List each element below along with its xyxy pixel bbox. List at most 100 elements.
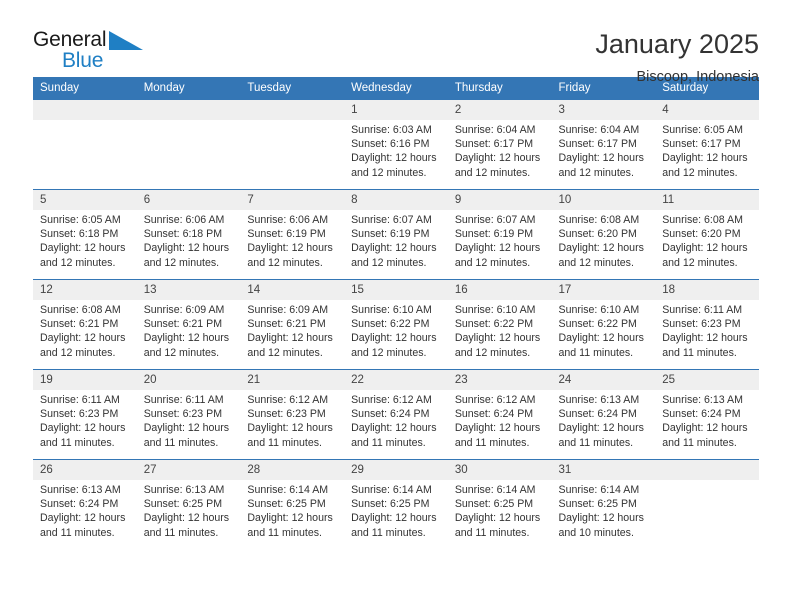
daylight-text-line1: Daylight: 12 hours <box>143 332 230 345</box>
day-cell-inner: 27 Sunrise: 6:13 AM Sunset: 6:25 PM Dayligh… <box>136 460 241 550</box>
daylight-text-line1: Daylight: 12 hours <box>247 422 333 435</box>
sunrise-text: Sunrise: 6:10 AM <box>454 304 536 316</box>
day-cell-inner: 28 Sunrise: 6:14 AM Sunset: 6:25 PM Dayligh… <box>240 460 345 550</box>
daylight-text-line2: and 10 minutes. <box>558 526 634 539</box>
day-cell-inner: 17 Sunrise: 6:10 AM Sunset: 6:22 PM Dayligh… <box>551 280 656 369</box>
calendar-day-cell[interactable]: 3 Sunrise: 6:04 AM Sunset: 6:17 PM Daylight… <box>551 99 656 190</box>
daylight-text-line2: and 11 minutes. <box>143 526 219 539</box>
sunrise-text: Sunrise: 6:13 AM <box>143 484 225 496</box>
calendar-day-cell[interactable]: 19 Sunrise: 6:11 AM Sunset: 6:23 PM Dayligh… <box>33 369 137 460</box>
sunrise-text: Sunrise: 6:05 AM <box>662 124 743 136</box>
day-number: 1 <box>344 100 448 120</box>
day-sun-info: Sunrise: 6:06 AM Sunset: 6:19 PM Daylight:… <box>240 210 344 270</box>
calendar-day-cell[interactable]: 26 Sunrise: 6:13 AM Sunset: 6:24 PM Dayligh… <box>33 459 137 550</box>
day-sun-info: Sunrise: 6:08 AM Sunset: 6:20 PM Daylight:… <box>655 210 759 270</box>
day-number: 16 <box>447 280 552 300</box>
day-cell-inner <box>33 100 137 189</box>
weekday-header-monday: Monday <box>136 77 241 100</box>
calendar-page: General Blue January 2025 Biscoop, Indon… <box>0 0 792 612</box>
calendar-day-cell[interactable]: 18 Sunrise: 6:11 AM Sunset: 6:23 PM Dayligh… <box>655 279 759 370</box>
day-number: 29 <box>344 460 448 480</box>
day-sun-info: Sunrise: 6:11 AM Sunset: 6:23 PM Daylight:… <box>33 390 137 450</box>
calendar-day-cell[interactable]: 16 Sunrise: 6:10 AM Sunset: 6:22 PM Dayligh… <box>447 279 552 370</box>
daylight-text-line2: and 12 minutes. <box>558 166 634 179</box>
calendar-day-cell[interactable]: 13 Sunrise: 6:09 AM Sunset: 6:21 PM Dayligh… <box>136 279 241 370</box>
daylight-text-line2: and 12 minutes. <box>454 346 531 359</box>
general-blue-logo[interactable]: General Blue <box>33 28 158 76</box>
calendar-day-cell-empty <box>240 99 345 190</box>
weekday-header-tuesday: Tuesday <box>240 77 345 100</box>
daylight-text-line1: Daylight: 12 hours <box>662 332 748 345</box>
day-number: 28 <box>240 460 345 480</box>
calendar-day-cell[interactable]: 25 Sunrise: 6:13 AM Sunset: 6:24 PM Dayligh… <box>655 369 759 460</box>
day-cell-inner: 12 Sunrise: 6:08 AM Sunset: 6:21 PM Dayligh… <box>33 280 137 369</box>
daylight-text-line2: and 12 minutes. <box>247 346 323 359</box>
calendar-day-cell[interactable]: 9 Sunrise: 6:07 AM Sunset: 6:19 PM Daylight… <box>447 189 552 280</box>
calendar-day-cell[interactable]: 23 Sunrise: 6:12 AM Sunset: 6:24 PM Dayligh… <box>447 369 552 460</box>
calendar-day-cell[interactable]: 12 Sunrise: 6:08 AM Sunset: 6:21 PM Dayligh… <box>33 279 137 370</box>
sunset-text: Sunset: 6:25 PM <box>143 498 223 511</box>
sunset-text: Sunset: 6:17 PM <box>558 138 637 151</box>
day-number: 20 <box>136 370 241 390</box>
calendar-day-cell[interactable]: 15 Sunrise: 6:10 AM Sunset: 6:22 PM Dayligh… <box>344 279 448 370</box>
calendar-day-cell[interactable]: 27 Sunrise: 6:13 AM Sunset: 6:25 PM Dayligh… <box>136 459 241 550</box>
calendar-day-cell[interactable]: 20 Sunrise: 6:11 AM Sunset: 6:23 PM Dayligh… <box>136 369 241 460</box>
day-number: 6 <box>136 190 241 210</box>
day-cell-inner: 18 Sunrise: 6:11 AM Sunset: 6:23 PM Dayligh… <box>655 280 759 369</box>
daylight-text-line2: and 12 minutes. <box>143 346 220 359</box>
calendar-day-cell[interactable]: 11 Sunrise: 6:08 AM Sunset: 6:20 PM Dayligh… <box>655 189 759 280</box>
calendar-day-cell[interactable]: 30 Sunrise: 6:14 AM Sunset: 6:25 PM Dayligh… <box>447 459 552 550</box>
calendar-day-cell[interactable]: 22 Sunrise: 6:12 AM Sunset: 6:24 PM Dayligh… <box>344 369 448 460</box>
daylight-text-line1: Daylight: 12 hours <box>40 332 126 345</box>
sunset-text: Sunset: 6:19 PM <box>351 228 430 241</box>
daylight-text-line1: Daylight: 12 hours <box>454 152 541 165</box>
calendar-day-cell[interactable]: 4 Sunrise: 6:05 AM Sunset: 6:17 PM Daylight… <box>655 99 759 190</box>
sunset-text: Sunset: 6:25 PM <box>351 498 430 511</box>
day-cell-inner: 6 Sunrise: 6:06 AM Sunset: 6:18 PM Daylight… <box>136 190 241 279</box>
day-cell-inner: 4 Sunrise: 6:05 AM Sunset: 6:17 PM Daylight… <box>655 100 759 189</box>
day-sun-info: Sunrise: 6:14 AM Sunset: 6:25 PM Daylight:… <box>552 480 656 540</box>
daylight-text-line2: and 11 minutes. <box>662 346 737 359</box>
calendar-day-cell[interactable]: 29 Sunrise: 6:14 AM Sunset: 6:25 PM Dayligh… <box>344 459 448 550</box>
calendar-day-cell[interactable]: 1 Sunrise: 6:03 AM Sunset: 6:16 PM Daylight… <box>344 99 448 190</box>
calendar-day-cell[interactable]: 24 Sunrise: 6:13 AM Sunset: 6:24 PM Dayligh… <box>551 369 656 460</box>
day-sun-info: Sunrise: 6:11 AM Sunset: 6:23 PM Daylight:… <box>137 390 241 450</box>
day-cell-inner: 16 Sunrise: 6:10 AM Sunset: 6:22 PM Dayligh… <box>447 280 552 369</box>
sunrise-text: Sunrise: 6:13 AM <box>662 394 743 406</box>
daylight-text-line2: and 12 minutes. <box>40 256 116 269</box>
weekday-header-wednesday: Wednesday <box>344 77 448 100</box>
day-number: 10 <box>551 190 656 210</box>
calendar-day-cell[interactable]: 6 Sunrise: 6:06 AM Sunset: 6:18 PM Daylight… <box>136 189 241 280</box>
daylight-text-line1: Daylight: 12 hours <box>40 512 126 525</box>
day-cell-inner: 31 Sunrise: 6:14 AM Sunset: 6:25 PM Dayligh… <box>551 460 656 550</box>
sunrise-text: Sunrise: 6:11 AM <box>662 304 743 316</box>
sunrise-text: Sunrise: 6:05 AM <box>40 214 121 226</box>
calendar-day-cell[interactable]: 17 Sunrise: 6:10 AM Sunset: 6:22 PM Dayligh… <box>551 279 656 370</box>
daylight-text-line2: and 11 minutes. <box>143 436 219 449</box>
calendar-day-cell[interactable]: 5 Sunrise: 6:05 AM Sunset: 6:18 PM Daylight… <box>33 189 137 280</box>
sunrise-text: Sunrise: 6:06 AM <box>143 214 225 226</box>
calendar-day-cell[interactable]: 31 Sunrise: 6:14 AM Sunset: 6:25 PM Dayligh… <box>551 459 656 550</box>
day-cell-inner: 14 Sunrise: 6:09 AM Sunset: 6:21 PM Dayligh… <box>240 280 345 369</box>
day-sun-info: Sunrise: 6:09 AM Sunset: 6:21 PM Daylight:… <box>240 300 344 360</box>
sunrise-text: Sunrise: 6:09 AM <box>247 304 329 316</box>
calendar-day-cell[interactable]: 21 Sunrise: 6:12 AM Sunset: 6:23 PM Dayligh… <box>240 369 345 460</box>
calendar-day-cell[interactable]: 10 Sunrise: 6:08 AM Sunset: 6:20 PM Dayligh… <box>551 189 656 280</box>
calendar-day-cell[interactable]: 28 Sunrise: 6:14 AM Sunset: 6:25 PM Dayligh… <box>240 459 345 550</box>
calendar-day-cell[interactable]: 7 Sunrise: 6:06 AM Sunset: 6:19 PM Daylight… <box>240 189 345 280</box>
day-cell-inner <box>240 100 345 189</box>
calendar-day-cell[interactable]: 8 Sunrise: 6:07 AM Sunset: 6:19 PM Daylight… <box>344 189 448 280</box>
calendar-day-cell[interactable]: 14 Sunrise: 6:09 AM Sunset: 6:21 PM Dayligh… <box>240 279 345 370</box>
day-number: 18 <box>655 280 759 300</box>
day-sun-info: Sunrise: 6:05 AM Sunset: 6:18 PM Daylight:… <box>33 210 137 270</box>
sunset-text: Sunset: 6:21 PM <box>247 318 326 331</box>
daylight-text-line1: Daylight: 12 hours <box>558 242 644 255</box>
day-number: 19 <box>33 370 137 390</box>
sunrise-text: Sunrise: 6:08 AM <box>558 214 640 226</box>
day-sun-info: Sunrise: 6:14 AM Sunset: 6:25 PM Daylight:… <box>344 480 448 540</box>
calendar-day-cell[interactable]: 2 Sunrise: 6:04 AM Sunset: 6:17 PM Daylight… <box>447 99 552 190</box>
day-number: 4 <box>655 100 759 120</box>
sunrise-text: Sunrise: 6:07 AM <box>454 214 536 226</box>
day-sun-info: Sunrise: 6:05 AM Sunset: 6:17 PM Daylight:… <box>655 120 759 180</box>
day-sun-info: Sunrise: 6:08 AM Sunset: 6:21 PM Daylight:… <box>33 300 137 360</box>
